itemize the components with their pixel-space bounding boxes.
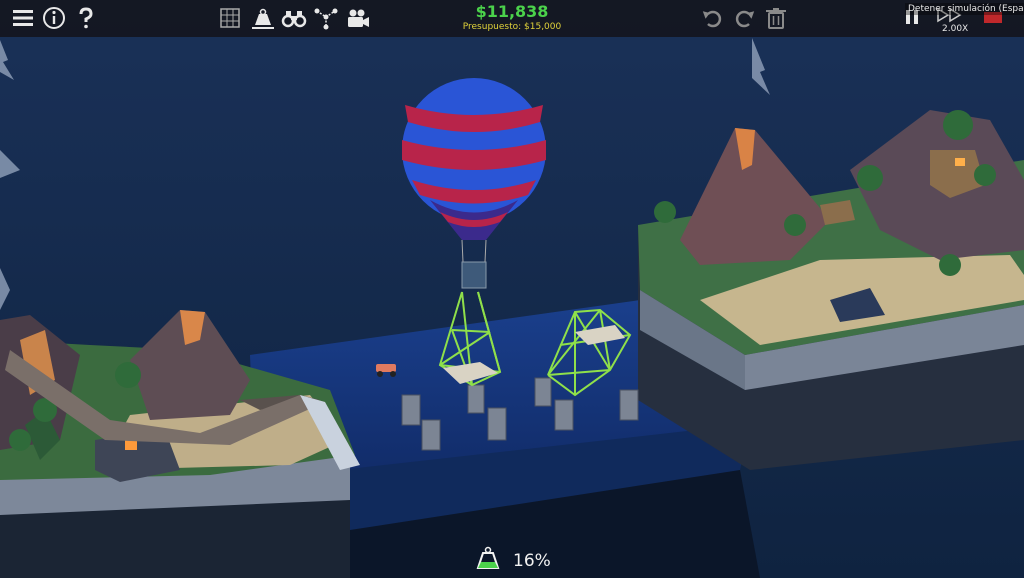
info-icon[interactable] xyxy=(41,5,67,31)
undo-icon[interactable] xyxy=(700,5,726,31)
grid-icon[interactable] xyxy=(218,5,244,31)
stop-simulation-tooltip: Detener simulación (Espacio) xyxy=(905,3,1024,15)
weight-load-icon[interactable] xyxy=(250,5,276,31)
camera-icon[interactable] xyxy=(345,5,371,31)
stress-percentage: 16% xyxy=(513,551,551,571)
simulation-speed: 2.00X xyxy=(942,24,969,34)
budget-label: Presupuesto: $15,000 xyxy=(462,22,562,32)
redo-icon[interactable] xyxy=(731,5,757,31)
game-scene xyxy=(0,0,1024,578)
weight-stress-icon xyxy=(476,546,500,569)
top-toolbar: $11,838 Presupuesto: $15,000 Detener sim… xyxy=(0,0,1024,37)
money-remaining: $11,838 xyxy=(475,2,549,21)
graph-icon[interactable] xyxy=(313,5,339,31)
stress-indicator: 16% xyxy=(470,544,570,574)
help-icon[interactable] xyxy=(73,5,99,31)
binoculars-icon[interactable] xyxy=(281,5,307,31)
menu-icon[interactable] xyxy=(10,5,36,31)
trash-icon[interactable] xyxy=(763,5,789,31)
budget-display: $11,838 Presupuesto: $15,000 xyxy=(462,3,562,33)
